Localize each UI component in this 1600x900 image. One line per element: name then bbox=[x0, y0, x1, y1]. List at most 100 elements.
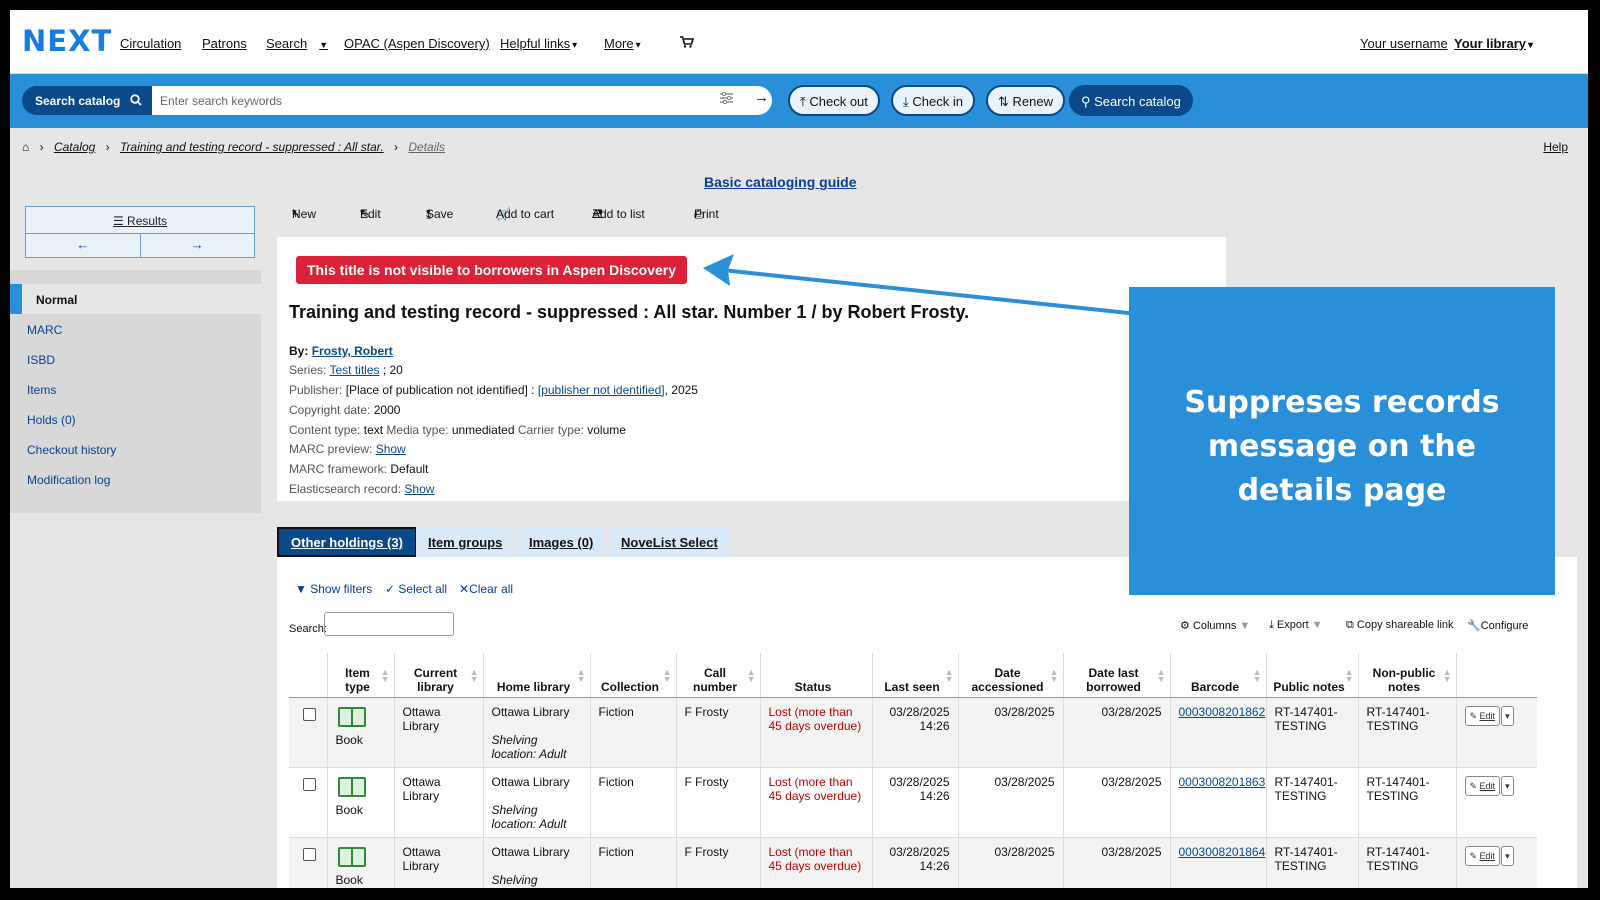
header-public-notes[interactable]: Public notes ▲ ▼ bbox=[1265, 653, 1358, 698]
header-nonpublic-notes[interactable]: Non-public notes ▲ ▼ bbox=[1357, 653, 1456, 698]
next-result-button[interactable]: → bbox=[141, 234, 255, 257]
marc-framework-line: MARC framework: Default bbox=[289, 462, 428, 476]
search-type-button[interactable]: Search catalog bbox=[22, 86, 152, 115]
sidebar-item-modification-log[interactable]: Modification log bbox=[10, 464, 261, 494]
nonpublic-notes: RT-147401-TESTING bbox=[1357, 697, 1456, 768]
edit-item-button[interactable]: ✎ Edit bbox=[1464, 705, 1501, 726]
nav-patrons[interactable]: Patrons bbox=[202, 36, 247, 51]
clear-all-label: Clear all bbox=[469, 582, 514, 596]
configure-button[interactable]: 🔧Configure bbox=[1467, 619, 1528, 632]
sort-icon: ▲ ▼ bbox=[1049, 667, 1059, 684]
author-link[interactable]: Frosty, Robert bbox=[312, 344, 393, 358]
search-input[interactable] bbox=[152, 86, 772, 115]
sidebar-item-normal[interactable]: Normal bbox=[10, 284, 261, 314]
previous-result-button[interactable]: ← bbox=[26, 234, 141, 257]
nav-username[interactable]: Your username bbox=[1360, 36, 1448, 51]
edit-dropdown-toggle[interactable]: ▾ bbox=[1501, 705, 1514, 726]
sidebar-item-marc[interactable]: MARC bbox=[10, 314, 261, 344]
select-all-button[interactable]: ✓ Select all bbox=[385, 582, 447, 596]
nav-circulation[interactable]: Circulation bbox=[120, 36, 181, 51]
media-type-label: Media type: bbox=[386, 423, 449, 437]
search-icon: ⚲ bbox=[1081, 94, 1095, 109]
renew-button[interactable]: ⇅ Renew bbox=[986, 85, 1065, 116]
barcode-link[interactable]: 0003008201862 bbox=[1179, 705, 1266, 719]
help-link[interactable]: Help bbox=[1543, 140, 1568, 154]
close-icon: ✕ bbox=[459, 582, 470, 596]
table-search-input[interactable] bbox=[324, 612, 454, 636]
search-catalog-button[interactable]: ⚲ Search catalog bbox=[1069, 85, 1193, 116]
row-select-cell bbox=[289, 767, 327, 838]
sidebar-item-holds[interactable]: Holds (0) bbox=[10, 404, 261, 434]
nav-search[interactable]: Search ▼ bbox=[266, 36, 328, 51]
edit-dropdown-toggle[interactable]: ▾ bbox=[1501, 775, 1514, 796]
header-label: Home library bbox=[496, 679, 571, 694]
last-seen-date: 03/28/2025 bbox=[889, 774, 950, 789]
content-type-label: Content type: bbox=[289, 423, 361, 437]
cart-icon[interactable] bbox=[680, 36, 694, 48]
check-out-button[interactable]: ⤒ Check out bbox=[788, 85, 880, 116]
header-last-seen[interactable]: Last seen ▲ ▼ bbox=[871, 653, 958, 698]
barcode-link[interactable]: 0003008201863 bbox=[1179, 775, 1266, 789]
show-filters-label: Show filters bbox=[310, 582, 373, 596]
columns-button[interactable]: ⚙ Columns ▼ bbox=[1180, 619, 1250, 632]
nav-library[interactable]: Your library bbox=[1454, 36, 1533, 51]
cataloging-guide-link[interactable]: Basic cataloging guide bbox=[704, 174, 856, 190]
show-filters-button[interactable]: ▼ Show filters bbox=[295, 582, 372, 596]
marc-framework-value: Default bbox=[390, 462, 429, 476]
clear-all-button[interactable]: ✕Clear all bbox=[459, 582, 513, 596]
edit-item-button[interactable]: ✎ Edit bbox=[1464, 845, 1501, 866]
tab-novelist-select[interactable]: NoveList Select bbox=[609, 527, 730, 557]
publisher-link[interactable]: [publisher not identified] bbox=[538, 383, 665, 397]
breadcrumb-catalog[interactable]: Catalog bbox=[54, 140, 95, 154]
header-current-library[interactable]: Current library ▲ ▼ bbox=[393, 653, 483, 698]
tab-other-holdings[interactable]: Other holdings (3) bbox=[277, 527, 417, 557]
barcode-link[interactable]: 0003008201864 bbox=[1179, 845, 1266, 859]
nonpublic-notes: RT-147401-TESTING bbox=[1357, 767, 1456, 838]
nav-helpful-links[interactable]: Helpful links bbox=[500, 36, 577, 51]
record-sidebar: Normal MARC ISBD Items Holds (0) Checkou… bbox=[10, 270, 261, 513]
tab-images[interactable]: Images (0) bbox=[517, 527, 606, 557]
sort-icon: ▲ ▼ bbox=[576, 667, 586, 684]
collection: Fiction bbox=[589, 697, 676, 768]
results-button[interactable]: ☰ Results bbox=[26, 207, 254, 234]
row-checkbox[interactable] bbox=[303, 707, 316, 721]
header-date-last-borrowed[interactable]: Date last borrowed ▲ ▼ bbox=[1062, 653, 1170, 698]
check-in-button[interactable]: ⤓ Check in bbox=[891, 85, 975, 116]
app-logo[interactable]: NEXT bbox=[22, 24, 112, 58]
annotation-callout: Suppreses records message on the details… bbox=[1129, 287, 1555, 595]
elasticsearch-show-link[interactable]: Show bbox=[404, 482, 434, 496]
sidebar-item-items[interactable]: Items bbox=[10, 374, 261, 404]
tab-item-groups[interactable]: Item groups bbox=[416, 527, 515, 557]
header-status[interactable]: Status bbox=[759, 653, 872, 698]
header-collection[interactable]: Collection ▲ ▼ bbox=[589, 653, 676, 698]
marc-preview-line: MARC preview: Show bbox=[289, 442, 406, 456]
row-checkbox[interactable] bbox=[303, 847, 316, 861]
header-call-number[interactable]: Call number ▲ ▼ bbox=[675, 653, 760, 698]
header-barcode[interactable]: Barcode ▲ ▼ bbox=[1169, 653, 1266, 698]
edit-item-button[interactable]: ✎ Edit bbox=[1464, 775, 1501, 796]
filter-sliders-icon[interactable] bbox=[720, 92, 733, 104]
sidebar-item-isbd[interactable]: ISBD bbox=[10, 344, 261, 374]
last-seen-time: 14:26 bbox=[919, 788, 950, 803]
last-seen-cell: 03/28/2025 14:26 bbox=[871, 837, 958, 888]
nav-opac[interactable]: OPAC (Aspen Discovery) bbox=[344, 36, 490, 51]
header-item-type[interactable]: Item type ▲ ▼ bbox=[326, 653, 394, 698]
search-catalog-label: Search catalog bbox=[1094, 94, 1181, 109]
nav-more[interactable]: More bbox=[604, 36, 641, 51]
export-button[interactable]: ⤓ Export ▼ bbox=[1269, 619, 1323, 632]
header-home-library[interactable]: Home library ▲ ▼ bbox=[482, 653, 590, 698]
copy-link-button[interactable]: ⧉ Copy shareable link bbox=[1346, 619, 1454, 632]
sidebar-item-checkout-history[interactable]: Checkout history bbox=[10, 434, 261, 464]
submit-arrow-icon[interactable]: → bbox=[754, 89, 769, 106]
breadcrumb-record[interactable]: Training and testing record - suppressed… bbox=[120, 140, 384, 154]
home-icon[interactable]: ⌂ bbox=[22, 140, 29, 154]
last-seen-time: 14:26 bbox=[919, 858, 950, 873]
row-checkbox[interactable] bbox=[303, 777, 316, 791]
edit-dropdown-toggle[interactable]: ▾ bbox=[1501, 845, 1514, 866]
series-link[interactable]: Test titles bbox=[329, 363, 379, 377]
actions-cell: ✎ Edit ▾ bbox=[1455, 767, 1537, 838]
header-date-accessioned[interactable]: Date accessioned ▲ ▼ bbox=[957, 653, 1063, 698]
filter-icon: ▼ bbox=[295, 582, 311, 596]
marc-preview-show-link[interactable]: Show bbox=[376, 442, 406, 456]
home-library-cell: Ottawa Library Shelving location: Adult bbox=[482, 837, 590, 888]
